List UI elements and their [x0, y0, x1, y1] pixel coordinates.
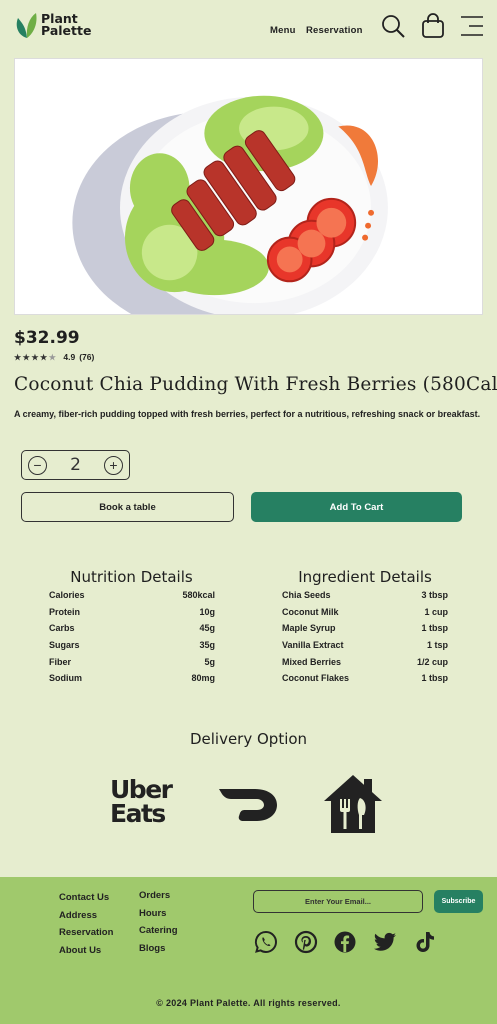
footer-link-blogs[interactable]: Blogs [139, 943, 178, 961]
star-icon: ★★★★ [14, 352, 49, 362]
product-image [14, 58, 483, 315]
food-plate-illustration [15, 59, 482, 314]
nutrition-title: Nutrition Details [70, 568, 193, 586]
nutrition-table: Calories 580kcal Protein 10g Carbs 45g Suga… [49, 587, 215, 687]
nav-menu-link[interactable]: Menu [270, 25, 296, 36]
twitter-icon[interactable] [373, 930, 397, 954]
empty-star-icon: ★ [48, 352, 58, 362]
ingredient-row: Mixed Berries 1/2 cup [282, 653, 448, 670]
ingredient-amount: 3 tbsp [421, 590, 448, 601]
nutrient-value: 80mg [191, 673, 215, 684]
whatsapp-icon[interactable] [254, 930, 278, 954]
copyright-text: © 2024 Plant Palette. All rights reserve… [156, 998, 341, 1008]
nutrition-row: Calories 580kcal [49, 587, 215, 604]
ingredient-amount: 1 tsp [426, 640, 448, 651]
book-table-button[interactable]: Book a table [21, 492, 234, 522]
rating-count: (76) [79, 352, 95, 362]
brand-logo[interactable]: Plant Palette [14, 11, 91, 39]
quantity-stepper: − 2 + [21, 450, 130, 480]
email-field[interactable] [253, 890, 423, 913]
uber-eats-logo[interactable]: Uber Eats [110, 777, 173, 828]
nutrient-name: Fiber [49, 656, 72, 667]
footer-links-col1: Contact Us Address Reservation About Us [59, 892, 113, 962]
footer-link-about[interactable]: About Us [59, 945, 113, 963]
hamburger-menu-icon[interactable] [459, 13, 485, 39]
add-to-cart-button[interactable]: Add To Cart [251, 492, 462, 522]
nutrition-row: Fiber 5g [49, 653, 215, 670]
footer-link-hours[interactable]: Hours [139, 908, 178, 926]
nutrition-row: Sugars 35g [49, 637, 215, 654]
ingredient-name: Vanilla Extract [282, 640, 344, 651]
ingredient-row: Vanilla Extract 1 tsp [282, 637, 448, 654]
doordash-logo-icon[interactable] [217, 785, 279, 823]
ingredient-amount: 1 tbsp [421, 673, 448, 684]
site-footer: Contact Us Address Reservation About Us … [0, 877, 497, 1024]
ingredient-row: Coconut Milk 1 cup [282, 604, 448, 621]
footer-link-catering[interactable]: Catering [139, 925, 178, 943]
brand-name: Plant Palette [41, 12, 92, 38]
decrement-button[interactable]: − [28, 455, 47, 475]
uber-eats-line2: Eats [110, 799, 166, 828]
nutrient-value: 45g [199, 623, 215, 634]
ingredients-title: Ingredient Details [298, 568, 432, 586]
ingredient-row: Chia Seeds 3 tbsp [282, 587, 448, 604]
ingredient-name: Maple Syrup [282, 623, 336, 634]
leaf-logo-icon [16, 13, 37, 38]
nutrient-name: Sodium [49, 673, 82, 684]
pinterest-icon[interactable] [294, 930, 318, 954]
nutrient-name: Carbs [49, 623, 75, 634]
product-price: $32.99 [14, 328, 80, 348]
footer-link-contact[interactable]: Contact Us [59, 892, 113, 910]
nav-reservation-link[interactable]: Reservation [306, 25, 363, 36]
tiktok-icon[interactable] [413, 930, 437, 954]
delivery-title: Delivery Option [189, 730, 308, 748]
footer-link-reservation[interactable]: Reservation [59, 927, 113, 945]
ingredients-table: Chia Seeds 3 tbsp Coconut Milk 1 cup Maple… [282, 587, 448, 687]
footer-link-address[interactable]: Address [59, 910, 113, 928]
subscribe-button[interactable]: Subscribe [434, 890, 483, 913]
nutrient-value: 10g [199, 606, 215, 617]
ingredient-name: Mixed Berries [282, 656, 342, 667]
nutrient-name: Protein [49, 606, 81, 617]
search-icon[interactable] [380, 13, 406, 39]
facebook-icon[interactable] [333, 930, 357, 954]
increment-button[interactable]: + [103, 455, 123, 475]
product-title: Coconut Chia Pudding With Fresh Berries … [14, 374, 497, 395]
product-rating: ★★★★★ 4.9 (76) [14, 352, 94, 362]
product-description: A creamy, fiber-rich pudding topped with… [14, 409, 481, 419]
ingredient-name: Coconut Milk [282, 606, 339, 617]
footer-links-col2: Orders Hours Catering Blogs [139, 890, 178, 960]
nutrient-name: Sugars [49, 640, 80, 651]
ingredient-row: Coconut Flakes 1 tbsp [282, 670, 448, 687]
ingredient-amount: 1 cup [424, 606, 448, 617]
ingredient-amount: 1 tbsp [421, 623, 448, 634]
ingredient-name: Chia Seeds [282, 590, 331, 601]
bag-icon[interactable] [420, 13, 446, 39]
nutrition-row: Protein 10g [49, 604, 215, 621]
site-header: Plant Palette Menu Reservation [0, 0, 497, 56]
nutrition-row: Sodium 80mg [49, 670, 215, 687]
nutrient-value: 5g [204, 656, 215, 667]
ingredient-amount: 1/2 cup [416, 656, 448, 667]
nutrient-name: Calories [49, 590, 85, 601]
rating-stars: ★★★★★ [14, 353, 57, 362]
nutrient-value: 580kcal [182, 590, 215, 601]
ingredient-name: Coconut Flakes [282, 673, 350, 684]
menulog-logo-icon[interactable] [322, 773, 384, 835]
ingredient-row: Maple Syrup 1 tbsp [282, 620, 448, 637]
footer-link-orders[interactable]: Orders [139, 890, 178, 908]
nutrient-value: 35g [199, 640, 215, 651]
quantity-value: 2 [70, 455, 81, 475]
nutrition-row: Carbs 45g [49, 620, 215, 637]
brand-name-line2: Palette [41, 23, 92, 38]
rating-value: 4.9 [63, 352, 76, 362]
